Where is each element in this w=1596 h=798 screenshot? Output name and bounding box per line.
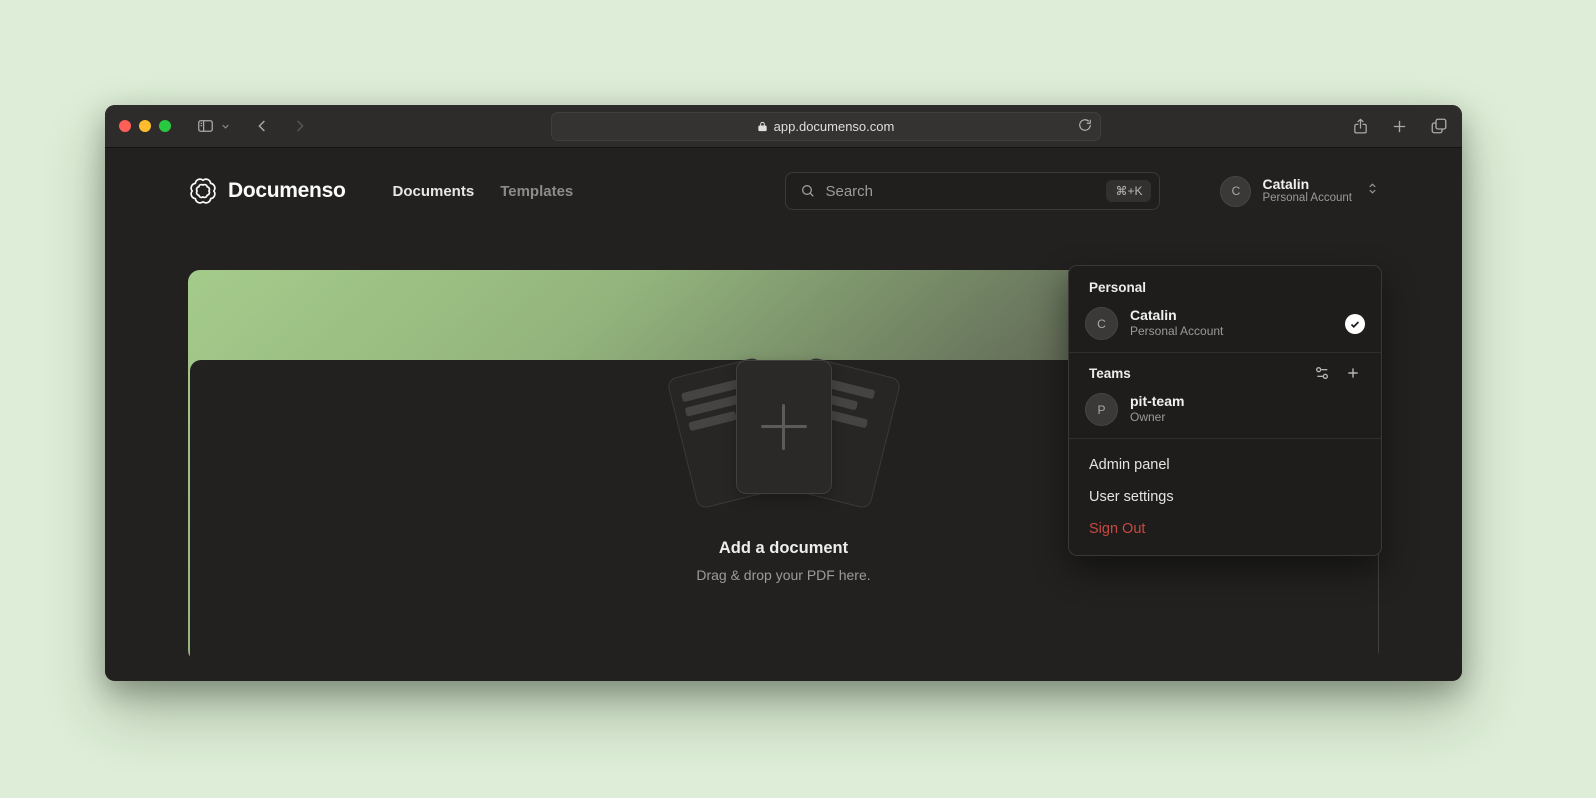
team-item[interactable]: P pit-team Owner xyxy=(1069,389,1381,434)
search-icon xyxy=(800,183,816,199)
forward-button[interactable] xyxy=(292,118,307,134)
close-button[interactable] xyxy=(119,120,131,132)
share-button[interactable] xyxy=(1352,117,1369,136)
forward-icon xyxy=(292,118,307,134)
browser-titlebar: app.documenso.com xyxy=(105,105,1462,148)
account-name: Catalin xyxy=(1262,176,1352,192)
tab-overview-icon xyxy=(1430,117,1448,135)
minimize-button[interactable] xyxy=(139,120,151,132)
chevrons-up-down-icon xyxy=(1366,181,1379,201)
team-text: pit-team Owner xyxy=(1130,393,1184,425)
search-shortcut-badge: ⌘+K xyxy=(1106,180,1151,202)
teams-actions xyxy=(1314,365,1361,381)
account-subtitle: Personal Account xyxy=(1262,192,1352,206)
documenso-logo-icon xyxy=(188,176,218,206)
plus-icon xyxy=(761,404,807,450)
reload-icon xyxy=(1078,118,1092,132)
teams-section-label: Teams xyxy=(1089,366,1131,381)
main-nav: Documents Templates xyxy=(393,183,574,200)
plus-icon xyxy=(1345,365,1361,381)
sidebar-toggle-button[interactable] xyxy=(195,117,216,135)
sidebar-icon xyxy=(195,117,216,135)
selected-check-icon xyxy=(1345,314,1365,334)
back-button[interactable] xyxy=(255,118,270,134)
account-dropdown-menu: Personal C Catalin Personal Account Team… xyxy=(1068,265,1382,556)
address-bar[interactable]: app.documenso.com xyxy=(551,112,1101,141)
history-buttons xyxy=(255,118,307,134)
address-url: app.documenso.com xyxy=(774,119,895,134)
reload-button[interactable] xyxy=(1078,118,1092,135)
document-cards-illustration xyxy=(659,360,909,510)
new-tab-button[interactable] xyxy=(1391,117,1408,136)
personal-section-label: Personal xyxy=(1069,278,1381,303)
tab-overview-button[interactable] xyxy=(1430,117,1448,136)
teams-section-header: Teams xyxy=(1069,363,1381,389)
nav-templates[interactable]: Templates xyxy=(500,183,573,200)
plus-icon xyxy=(1391,118,1408,135)
account-avatar: C xyxy=(1220,176,1251,207)
sidebar-menu-chevron[interactable] xyxy=(220,121,231,132)
search-input[interactable]: Search ⌘+K xyxy=(785,172,1160,210)
browser-window: app.documenso.com xyxy=(105,105,1462,681)
search-placeholder: Search xyxy=(825,183,873,200)
manage-teams-button[interactable] xyxy=(1314,365,1330,381)
lock-icon xyxy=(757,120,768,133)
dropzone-subtitle: Drag & drop your PDF here. xyxy=(190,567,1378,583)
back-icon xyxy=(255,118,270,134)
menu-divider xyxy=(1069,438,1381,439)
account-menu-trigger[interactable]: C Catalin Personal Account xyxy=(1220,176,1379,207)
brand-name: Documenso xyxy=(228,179,346,203)
brand[interactable]: Documenso xyxy=(188,176,346,206)
app-navbar: Documenso Documents Templates Search ⌘+K… xyxy=(105,148,1462,234)
sliders-icon xyxy=(1314,365,1330,381)
add-team-button[interactable] xyxy=(1345,365,1361,381)
app-page: Documenso Documents Templates Search ⌘+K… xyxy=(105,148,1462,680)
traffic-lights xyxy=(119,120,171,132)
personal-account-item[interactable]: C Catalin Personal Account xyxy=(1069,303,1381,348)
menu-item-admin-panel[interactable]: Admin panel xyxy=(1069,449,1381,481)
team-role: Owner xyxy=(1130,410,1184,426)
menu-item-sign-out[interactable]: Sign Out xyxy=(1069,513,1381,545)
personal-text: Catalin Personal Account xyxy=(1130,307,1223,339)
personal-avatar: C xyxy=(1085,307,1118,340)
personal-subtitle: Personal Account xyxy=(1130,324,1223,340)
desktop: { "browser": { "url": "app.documenso.com… xyxy=(0,0,1596,798)
share-icon xyxy=(1352,117,1369,136)
chevron-down-icon xyxy=(220,121,231,132)
toolbar-right xyxy=(1352,117,1448,136)
team-avatar: P xyxy=(1085,393,1118,426)
nav-documents[interactable]: Documents xyxy=(393,183,475,200)
zoom-button[interactable] xyxy=(159,120,171,132)
menu-item-user-settings[interactable]: User settings xyxy=(1069,481,1381,513)
card-front xyxy=(736,360,832,494)
account-text: Catalin Personal Account xyxy=(1262,176,1352,206)
menu-divider xyxy=(1069,352,1381,353)
team-name: pit-team xyxy=(1130,393,1184,410)
personal-name: Catalin xyxy=(1130,307,1223,324)
